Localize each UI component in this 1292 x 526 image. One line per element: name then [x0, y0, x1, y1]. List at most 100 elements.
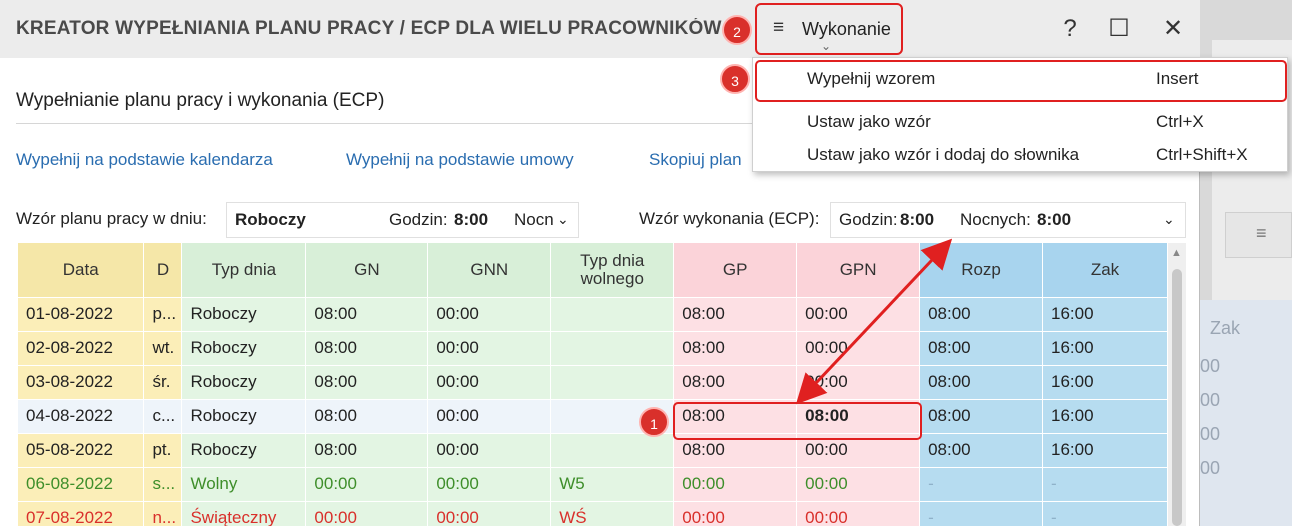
cell-start[interactable]: -	[919, 467, 1044, 502]
cell-end[interactable]: 16:00	[1042, 331, 1168, 366]
cell-free-day-type[interactable]: WŚ	[550, 501, 675, 526]
cell-date[interactable]: 01-08-2022	[18, 297, 145, 332]
cell-date[interactable]: 04-08-2022	[18, 399, 145, 434]
cell-free-day-type[interactable]	[550, 365, 675, 400]
cell-date[interactable]: 02-08-2022	[18, 331, 145, 366]
cell-gnn[interactable]: 00:00	[427, 433, 552, 468]
help-button[interactable]: ?	[1052, 12, 1088, 48]
table-row[interactable]: 04-08-2022 c... Roboczy 08:00 00:00 08:00 08:0…	[18, 399, 1168, 434]
menu-item-set-pattern-dictionary[interactable]: Ustaw jako wzór i dodaj do słownika Ctrl…	[753, 138, 1287, 170]
cell-gpn[interactable]: 00:00	[796, 365, 921, 400]
cell-weekday[interactable]: c...	[143, 399, 183, 434]
menu-item-shortcut: Ctrl+X	[1156, 112, 1204, 131]
cell-day-type[interactable]: Roboczy	[181, 331, 307, 366]
cell-free-day-type[interactable]	[550, 297, 675, 332]
col-header-rozp[interactable]: Rozp	[919, 243, 1044, 298]
cell-day-type[interactable]: Wolny	[181, 467, 307, 502]
cell-free-day-type[interactable]	[550, 433, 675, 468]
cell-gpn[interactable]: 00:00	[796, 331, 921, 366]
cell-day-type[interactable]: Roboczy	[181, 297, 307, 332]
cell-start[interactable]: 08:00	[919, 399, 1044, 434]
cell-gnn[interactable]: 00:00	[427, 297, 552, 332]
menu-item-set-pattern[interactable]: Ustaw jako wzór Ctrl+X	[753, 105, 1287, 137]
cell-gnn[interactable]: 00:00	[427, 501, 552, 526]
copy-plan-link[interactable]: Skopiuj plan	[649, 150, 742, 170]
close-button[interactable]: ✕	[1155, 12, 1191, 48]
maximize-button[interactable]: ☐	[1101, 12, 1137, 48]
cell-gn[interactable]: 08:00	[305, 399, 429, 434]
exec-pattern-field[interactable]: Godzin: 8:00 Nocnych: 8:00 ⌄	[830, 202, 1186, 238]
cell-gpn[interactable]: 00:00	[796, 467, 921, 502]
execution-menu-button[interactable]: ≡ Wykonanie ⌄	[755, 3, 903, 55]
cell-gn[interactable]: 00:00	[305, 467, 429, 502]
cell-gn[interactable]: 08:00	[305, 297, 429, 332]
cell-end[interactable]: -	[1042, 467, 1168, 502]
col-header-gn[interactable]: GN	[305, 243, 429, 298]
cell-day-type[interactable]: Roboczy	[181, 433, 307, 468]
vertical-scrollbar[interactable]: ▲	[1168, 243, 1186, 526]
cell-start[interactable]: -	[919, 501, 1044, 526]
cell-gnn[interactable]: 00:00	[427, 399, 552, 434]
scroll-thumb[interactable]	[1172, 269, 1182, 526]
col-header-gpn[interactable]: GPN	[796, 243, 921, 298]
cell-free-day-type[interactable]: W5	[550, 467, 675, 502]
cell-free-day-type[interactable]	[550, 331, 675, 366]
cell-day-type[interactable]: Świąteczny	[181, 501, 307, 526]
cell-gp[interactable]: 00:00	[673, 501, 798, 526]
cell-gp[interactable]: 08:00	[673, 297, 798, 332]
table-row[interactable]: 05-08-2022 pt. Roboczy 08:00 00:00 08:00 00:00…	[18, 433, 1168, 468]
cell-end[interactable]: 16:00	[1042, 365, 1168, 400]
table-row[interactable]: 02-08-2022 wt. Roboczy 08:00 00:00 08:00 00:00…	[18, 331, 1168, 366]
cell-gn[interactable]: 08:00	[305, 365, 429, 400]
cell-start[interactable]: 08:00	[919, 297, 1044, 332]
cell-weekday[interactable]: p...	[143, 297, 183, 332]
cell-gpn[interactable]: 00:00	[796, 297, 921, 332]
col-header-free-day-type[interactable]: Typ dnia wolnego	[550, 243, 675, 298]
cell-gnn[interactable]: 00:00	[427, 467, 552, 502]
col-header-d[interactable]: D	[143, 243, 183, 298]
cell-end[interactable]: 16:00	[1042, 297, 1168, 332]
table-row[interactable]: 06-08-2022 s... Wolny 00:00 00:00 W5 00:00 00:0…	[18, 467, 1168, 502]
cell-day-type[interactable]: Roboczy	[181, 365, 307, 400]
table-row[interactable]: 01-08-2022 p... Roboczy 08:00 00:00 08:00 00:0…	[18, 297, 1168, 332]
cell-gnn[interactable]: 00:00	[427, 331, 552, 366]
col-header-data[interactable]: Data	[18, 243, 145, 298]
cell-weekday[interactable]: n...	[143, 501, 183, 526]
cell-gp[interactable]: 00:00	[673, 467, 798, 502]
cell-gp[interactable]: 08:00	[673, 331, 798, 366]
cell-start[interactable]: 08:00	[919, 365, 1044, 400]
cell-gp[interactable]: 08:00	[673, 365, 798, 400]
plan-pattern-field[interactable]: Roboczy Godzin: 8:00 Nocn ⌄	[226, 202, 579, 238]
cell-gnn[interactable]: 00:00	[427, 365, 552, 400]
cell-date[interactable]: 07-08-2022	[18, 501, 145, 526]
cell-weekday[interactable]: wt.	[143, 331, 183, 366]
col-header-gnn[interactable]: GNN	[427, 243, 552, 298]
cell-weekday[interactable]: pt.	[143, 433, 183, 468]
fill-from-contract-link[interactable]: Wypełnij na podstawie umowy	[346, 150, 574, 170]
cell-day-type[interactable]: Roboczy	[181, 399, 307, 434]
cell-end[interactable]: -	[1042, 501, 1168, 526]
col-header-gp[interactable]: GP	[673, 243, 798, 298]
cell-end[interactable]: 16:00	[1042, 433, 1168, 468]
cell-start[interactable]: 08:00	[919, 331, 1044, 366]
fill-from-calendar-link[interactable]: Wypełnij na podstawie kalendarza	[16, 150, 273, 170]
cell-date[interactable]: 05-08-2022	[18, 433, 145, 468]
plan-day-type: Roboczy	[235, 210, 306, 229]
cell-gpn[interactable]: 00:00	[796, 501, 921, 526]
cell-start[interactable]: 08:00	[919, 433, 1044, 468]
col-header-zak[interactable]: Zak	[1042, 243, 1168, 298]
exec-hours-value: 8:00	[900, 210, 935, 229]
cell-gn[interactable]: 08:00	[305, 433, 429, 468]
cell-gn[interactable]: 00:00	[305, 501, 429, 526]
scroll-up-icon[interactable]: ▲	[1171, 247, 1182, 259]
table-row[interactable]: 03-08-2022 śr. Roboczy 08:00 00:00 08:00 00:00…	[18, 365, 1168, 400]
cell-date[interactable]: 03-08-2022	[18, 365, 145, 400]
col-header-day-type[interactable]: Typ dnia	[181, 243, 307, 298]
cell-date[interactable]: 06-08-2022	[18, 467, 145, 502]
background-grid: Zak 00 00 00 00	[1200, 300, 1292, 526]
cell-weekday[interactable]: śr.	[143, 365, 183, 400]
cell-gn[interactable]: 08:00	[305, 331, 429, 366]
table-row[interactable]: 07-08-2022 n... Świąteczny 00:00 00:00 WŚ 00:0…	[18, 501, 1168, 526]
cell-end[interactable]: 16:00	[1042, 399, 1168, 434]
cell-weekday[interactable]: s...	[143, 467, 183, 502]
